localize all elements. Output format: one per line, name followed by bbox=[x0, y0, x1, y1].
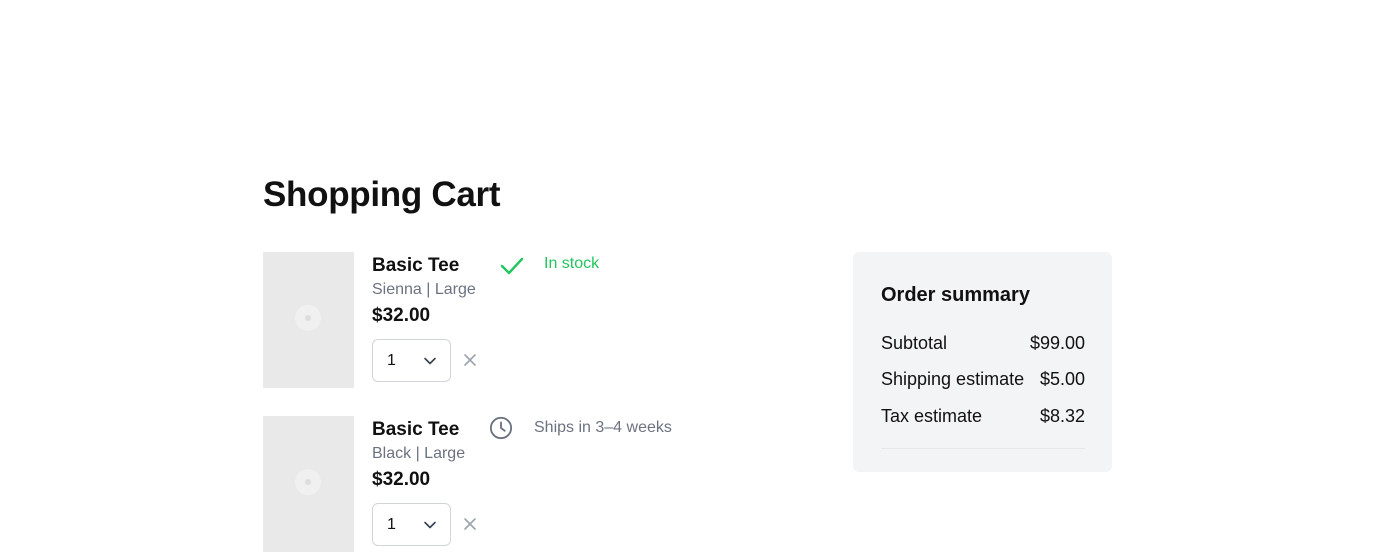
tax-label: Tax estimate bbox=[881, 406, 983, 426]
close-icon[interactable] bbox=[463, 517, 477, 531]
tax-value: $8.32 bbox=[1039, 406, 1085, 426]
check-icon bbox=[500, 257, 524, 275]
product-name[interactable]: Basic Tee bbox=[372, 418, 459, 442]
quantity-select[interactable]: 1 bbox=[372, 503, 451, 546]
product-name[interactable]: Basic Tee bbox=[372, 254, 459, 278]
shipping-row: Shipping estimate $5.00 bbox=[881, 368, 1085, 390]
quantity-value: 1 bbox=[387, 516, 396, 533]
quantity-value: 1 bbox=[387, 352, 396, 369]
page-title: Shopping Cart bbox=[263, 175, 501, 214]
stock-status: In stock bbox=[544, 255, 600, 272]
quantity-select[interactable]: 1 bbox=[372, 339, 451, 382]
shipping-value: $5.00 bbox=[1039, 369, 1085, 389]
subtotal-value: $99.00 bbox=[1029, 333, 1085, 353]
close-icon[interactable] bbox=[463, 353, 477, 367]
image-loading-icon bbox=[295, 305, 321, 331]
product-image[interactable] bbox=[263, 252, 354, 388]
order-summary: Order summary Subtotal $99.00 Shipping e… bbox=[853, 252, 1112, 472]
product-image[interactable] bbox=[263, 416, 354, 552]
order-summary-title: Order summary bbox=[881, 284, 1030, 306]
product-price: $32.00 bbox=[372, 305, 431, 326]
tax-row: Tax estimate $8.32 bbox=[881, 405, 1085, 427]
cart-item: Basic Tee Black | Large $32.00 1 Ships i… bbox=[263, 416, 823, 556]
subtotal-row: Subtotal $99.00 bbox=[881, 332, 1085, 354]
chevron-down-icon bbox=[424, 357, 436, 365]
subtotal-label: Subtotal bbox=[881, 333, 948, 353]
image-loading-icon bbox=[295, 469, 321, 495]
cart-item: Basic Tee Sienna | Large $32.00 1 In sto… bbox=[263, 252, 823, 392]
product-variant: Sienna | Large bbox=[372, 281, 476, 298]
stock-status: Ships in 3–4 weeks bbox=[534, 419, 672, 436]
shipping-label: Shipping estimate bbox=[881, 369, 1025, 389]
product-variant: Black | Large bbox=[372, 445, 466, 462]
chevron-down-icon bbox=[424, 521, 436, 529]
clock-icon bbox=[489, 416, 513, 440]
product-price: $32.00 bbox=[372, 469, 431, 490]
